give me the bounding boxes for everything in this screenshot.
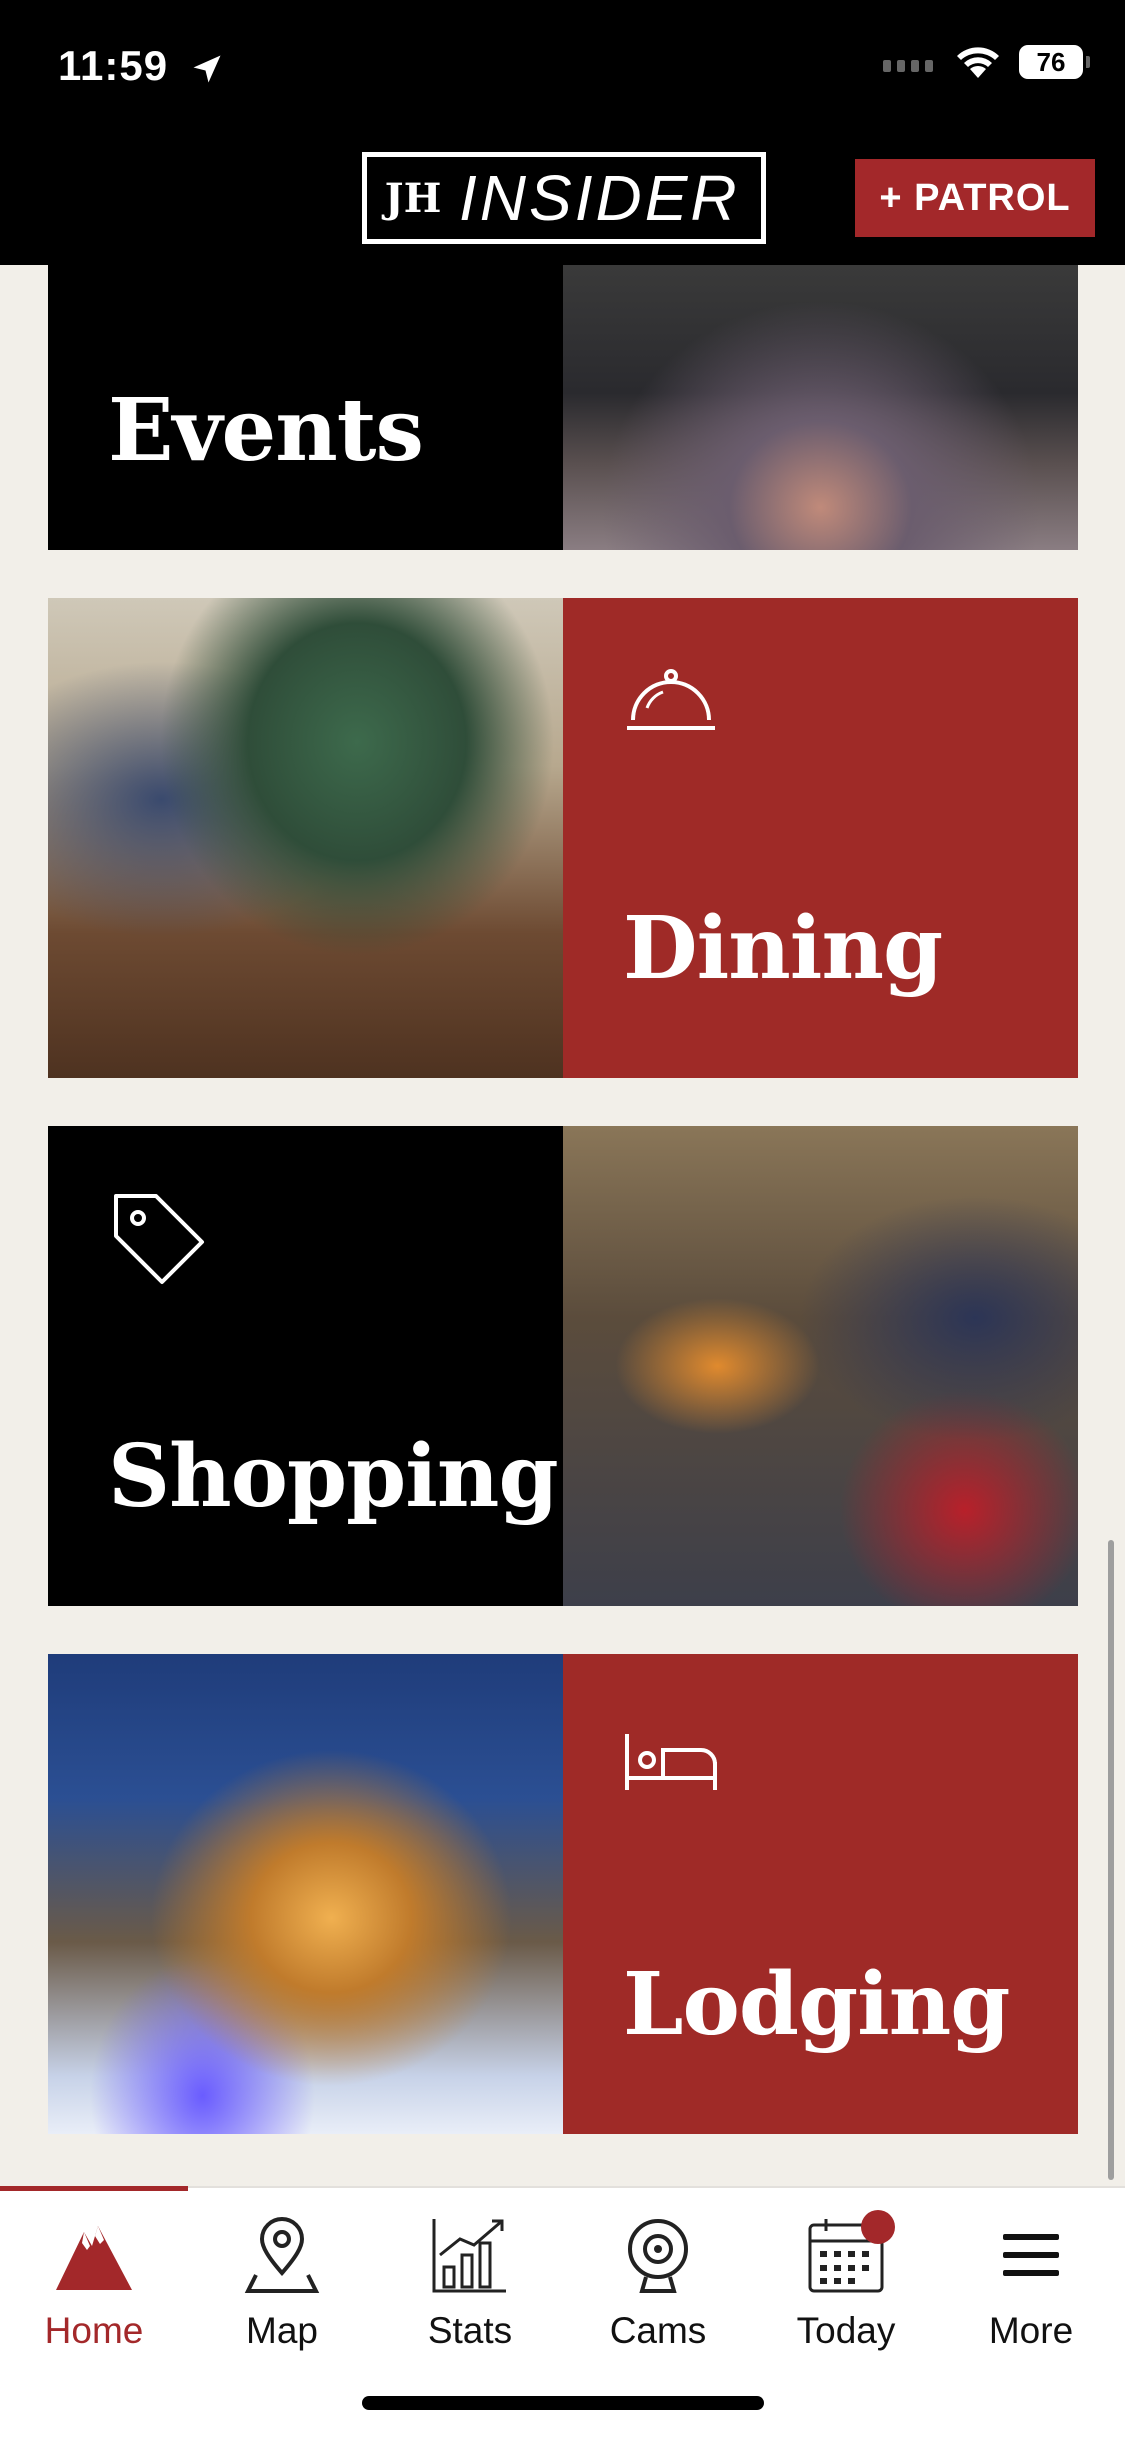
tab-more[interactable]: More [937, 2210, 1125, 2360]
tab-map-label: Map [246, 2310, 318, 2351]
bed-icon [625, 1734, 717, 1790]
lodging-label-panel: Lodging [563, 1654, 1078, 2134]
dining-photo-panel [48, 598, 563, 1078]
shopping-photo [563, 1126, 1078, 1606]
events-photo-panel [563, 265, 1078, 550]
shopping-tile[interactable]: Shopping [48, 1126, 1078, 1606]
shopping-label-panel: Shopping [48, 1126, 563, 1606]
mountain-icon [49, 2210, 139, 2300]
map-pin-icon [237, 2210, 327, 2300]
tab-map[interactable]: Map [188, 2210, 376, 2360]
logo-mark: JH [384, 174, 442, 222]
events-label-panel: Events [48, 265, 563, 550]
patrol-button[interactable]: + PATROL [855, 159, 1095, 237]
jh-insider-logo: JH INSIDER [362, 152, 766, 244]
lodging-label: Lodging [623, 1954, 1010, 2055]
scrollbar[interactable] [1108, 1540, 1114, 2180]
tab-stats[interactable]: Stats [376, 2210, 564, 2360]
tab-today-label: Today [796, 2310, 896, 2351]
service-bell-icon [627, 669, 715, 730]
lodging-photo-panel [48, 1654, 563, 2134]
price-tag-icon [114, 1194, 204, 1284]
status-time: 11:59 [58, 42, 225, 90]
shopping-label: Shopping [108, 1426, 559, 1527]
tab-stats-label: Stats [427, 2310, 513, 2351]
lodging-tile[interactable]: Lodging [48, 1654, 1078, 2134]
events-label: Events [108, 380, 424, 481]
notification-badge [861, 2210, 895, 2244]
chart-icon [425, 2210, 515, 2300]
wifi-icon [957, 47, 999, 78]
shopping-photo-panel [563, 1126, 1078, 1606]
dining-photo [48, 598, 563, 1078]
events-tile[interactable]: Events [48, 265, 1078, 550]
status-indicators: 76 [883, 44, 1090, 80]
music-festival-photo [563, 265, 1078, 550]
battery-indicator: 76 [1019, 45, 1090, 79]
menu-icon [986, 2210, 1076, 2300]
webcam-icon [613, 2210, 703, 2300]
calendar-icon [801, 2210, 895, 2300]
lodging-photo [48, 1654, 563, 2134]
active-tab-indicator [0, 2186, 188, 2191]
signal-icon [883, 60, 933, 72]
tab-home-label: Home [44, 2310, 144, 2351]
tab-today[interactable]: Today [752, 2210, 940, 2360]
status-time-text: 11:59 [58, 42, 169, 89]
tab-more-label: More [988, 2310, 1074, 2351]
dining-label-panel: Dining [563, 598, 1078, 1078]
logo-text: INSIDER [459, 162, 740, 234]
top-bar: 11:59 76 JH INSIDER + PATROL [0, 0, 1125, 265]
location-arrow-icon [193, 55, 221, 83]
dining-tile[interactable]: Dining [48, 598, 1078, 1078]
tab-cams-label: Cams [609, 2310, 707, 2351]
home-indicator[interactable] [362, 2396, 764, 2410]
tab-cams[interactable]: Cams [564, 2210, 752, 2360]
dining-label: Dining [623, 898, 943, 999]
tab-home[interactable]: Home [0, 2210, 188, 2360]
